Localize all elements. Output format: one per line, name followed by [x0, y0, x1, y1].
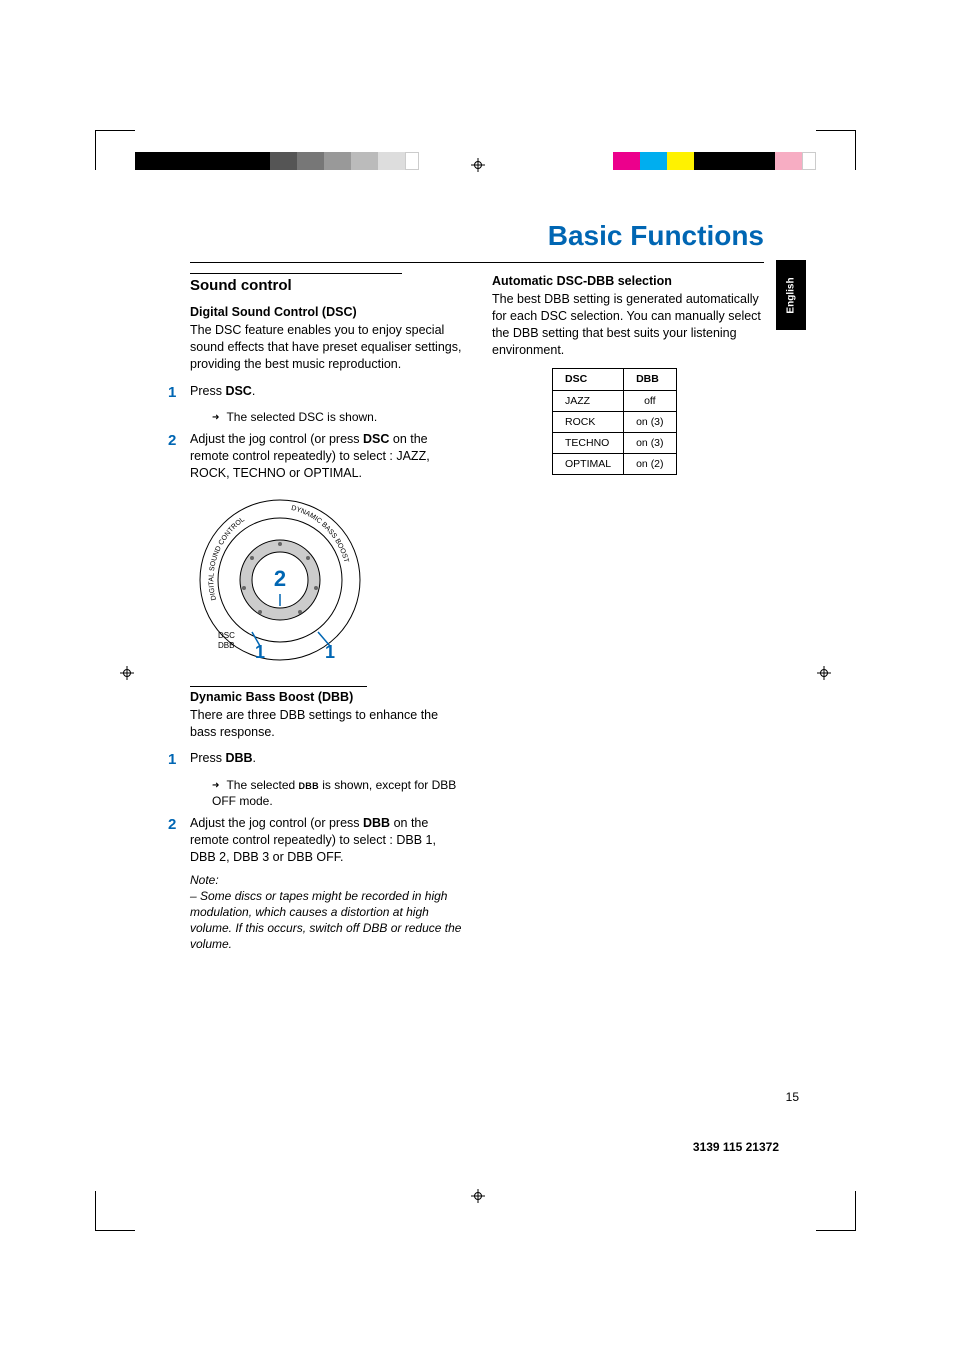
- auto-dsc-dbb-title: Automatic DSC-DBB selection: [492, 273, 764, 290]
- step-number: 1: [168, 383, 190, 403]
- table-row: TECHNOon (3): [553, 432, 677, 453]
- table-header-dbb: DBB: [624, 369, 676, 390]
- dsc-step-1-sub: ➜ The selected DSC is shown.: [212, 409, 462, 425]
- step-number: 2: [168, 815, 190, 866]
- svg-text:2: 2: [274, 566, 286, 591]
- table-row: ROCKon (3): [553, 411, 677, 432]
- dsc-title: Digital Sound Control (DSC): [190, 304, 462, 321]
- dsc-step-1: 1 Press DSC.: [190, 383, 462, 403]
- table-row: JAZZoff: [553, 390, 677, 411]
- language-label: English: [786, 277, 797, 313]
- step-body: Press DBB.: [190, 750, 462, 770]
- svg-text:DBB: DBB: [218, 641, 234, 650]
- page-number: 15: [786, 1090, 799, 1104]
- dbb-note: Note: – Some discs or tapes might be rec…: [190, 872, 462, 953]
- note-label: Note:: [190, 872, 462, 888]
- left-column: Sound control Digital Sound Control (DSC…: [190, 273, 462, 953]
- color-bar-right: [613, 152, 816, 170]
- section-rule: [190, 686, 367, 687]
- arrow-icon: ➜: [212, 778, 226, 792]
- crop-mark-br: [816, 1191, 856, 1231]
- dbb-step-1: 1 Press DBB.: [190, 750, 462, 770]
- right-column: Automatic DSC-DBB selection The best DBB…: [492, 273, 764, 953]
- arrow-icon: ➜: [212, 410, 226, 424]
- auto-dsc-dbb-desc: The best DBB setting is generated automa…: [492, 291, 764, 359]
- dsc-dbb-table: DSC DBB JAZZoff ROCKon (3) TECHNOon (3) …: [552, 368, 677, 475]
- crop-mark-bl: [95, 1191, 135, 1231]
- dsc-desc: The DSC feature enables you to enjoy spe…: [190, 322, 462, 373]
- step-body: Adjust the jog control (or press DBB on …: [190, 815, 462, 866]
- jog-dial-illustration: DIGITAL SOUND CONTROL DYNAMIC BASS BOOST…: [190, 490, 370, 670]
- table-header-dsc: DSC: [553, 369, 624, 390]
- table-header-row: DSC DBB: [553, 369, 677, 390]
- registration-top-icon: [471, 158, 485, 172]
- chapter-rule: [190, 262, 764, 263]
- step-body: Adjust the jog control (or press DSC on …: [190, 431, 462, 482]
- dbb-step-2: 2 Adjust the jog control (or press DBB o…: [190, 815, 462, 866]
- note-body: – Some discs or tapes might be recorded …: [190, 888, 462, 953]
- dbb-title: Dynamic Bass Boost (DBB): [190, 689, 462, 706]
- chapter-title: Basic Functions: [190, 220, 764, 254]
- registration-right-icon: [817, 666, 831, 680]
- step-number: 2: [168, 431, 190, 482]
- document-reference: 3139 115 21372: [693, 1140, 779, 1154]
- dbb-step-1-sub: ➜ The selected DBB is shown, except for …: [212, 777, 462, 809]
- step-body: Press DSC.: [190, 383, 462, 403]
- section-title-sound: Sound control: [190, 276, 462, 296]
- registration-bottom-icon: [471, 1189, 485, 1203]
- section-rule: [190, 273, 402, 274]
- page-content: Basic Functions English Sound control Di…: [190, 220, 764, 953]
- color-bar-left: [135, 152, 419, 170]
- table-row: OPTIMALon (2): [553, 454, 677, 475]
- crop-mark-tr: [816, 130, 856, 170]
- dsc-step-2: 2 Adjust the jog control (or press DSC o…: [190, 431, 462, 482]
- step-number: 1: [168, 750, 190, 770]
- registration-left-icon: [120, 666, 134, 680]
- crop-mark-tl: [95, 130, 135, 170]
- dbb-desc: There are three DBB settings to enhance …: [190, 707, 462, 741]
- language-tab: English: [776, 260, 806, 330]
- svg-text:DSC: DSC: [218, 631, 235, 640]
